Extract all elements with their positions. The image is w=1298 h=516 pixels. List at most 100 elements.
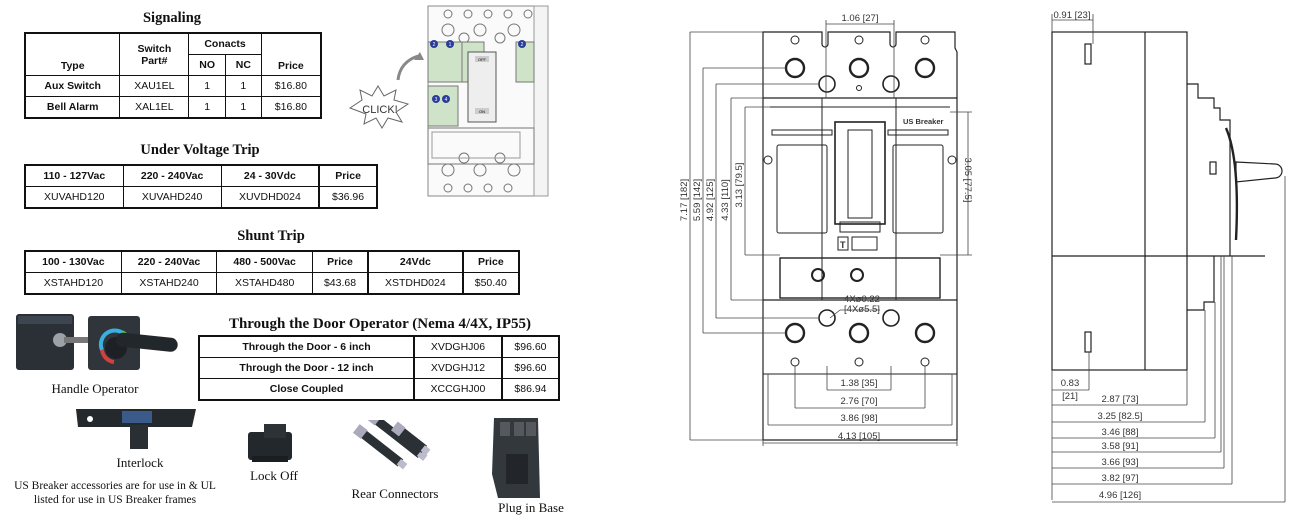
cell-price: $16.80 xyxy=(260,75,322,97)
badge-label: 2 xyxy=(433,42,436,48)
cell: XSTAHD120 xyxy=(24,272,122,295)
badge-label: 1 xyxy=(449,42,452,48)
header-no: NO xyxy=(188,54,226,76)
off-label: OFF xyxy=(478,57,487,62)
dim-hole: [4Xø5.5] xyxy=(844,304,880,315)
dim-left: 3.13 [79.5] xyxy=(734,163,745,208)
side-dim: 3.66 [93] xyxy=(1102,457,1139,468)
dim-bottom: 1.38 [35] xyxy=(841,378,878,389)
t-label: T xyxy=(840,240,846,250)
shunt-trip-title: Shunt Trip xyxy=(237,228,305,244)
dim-left: 5.59 [142] xyxy=(692,179,703,221)
header-cell: 480 - 500Vac xyxy=(216,250,313,273)
table-row: Through the Door - 6 inch XVDGHJ06 $96.6… xyxy=(198,335,560,358)
cell: XUVAHD120 xyxy=(24,186,124,209)
dim-left: 4.33 [110] xyxy=(720,179,731,221)
dim-bottom: 3.86 [98] xyxy=(841,413,878,424)
cell-price: $96.60 xyxy=(500,357,560,379)
cell: XUVAHD240 xyxy=(122,186,222,209)
table-row: XUVAHD120 XUVAHD240 XUVDHD024 $36.96 xyxy=(24,186,378,209)
under-voltage-title: Under Voltage Trip xyxy=(140,142,260,158)
cell: XSTDHD024 xyxy=(367,272,464,295)
header-contacts: Conacts xyxy=(188,32,262,55)
cell-price: $16.80 xyxy=(260,96,322,119)
dim-left: 7.17 [182] xyxy=(679,179,690,221)
shunt-trip-table: 100 - 130Vac 220 - 240Vac 480 - 500Vac P… xyxy=(24,250,520,295)
cell-description: Through the Door - 6 inch xyxy=(198,335,415,358)
cell: XUVDHD024 xyxy=(220,186,320,209)
cell-part: XAL1EL xyxy=(119,96,190,119)
side-dim: 2.87 [73] xyxy=(1102,394,1139,405)
cell-part: XVDGHJ12 xyxy=(413,357,503,379)
cell-nc: 1 xyxy=(224,96,262,119)
cell: $43.68 xyxy=(311,272,369,295)
badge-label: 4 xyxy=(445,97,448,103)
cell-type: Aux Switch xyxy=(24,75,121,97)
header-cell: 100 - 130Vac xyxy=(24,250,122,273)
dim-bottom: 2.76 [70] xyxy=(841,396,878,407)
header-price: Price xyxy=(260,32,322,76)
cell-no: 1 xyxy=(188,96,226,119)
on-label: ON xyxy=(479,109,485,114)
cell-description: Through the Door - 12 inch xyxy=(198,357,415,379)
plug-in-base-image xyxy=(492,418,540,498)
dim-left: 4.92 [125] xyxy=(705,179,716,221)
side-dim: 3.82 [97] xyxy=(1102,473,1139,484)
side-view-drawing: 0.91 [23] 0.83 [21] 2.87 [73] 3.25 [82.5… xyxy=(1051,10,1286,503)
note-line: listed for use in US Breaker frames xyxy=(33,494,197,506)
badge-label: 3 xyxy=(435,97,438,103)
cell-price: $86.94 xyxy=(500,378,560,401)
accessories-note: US Breaker accessories are for use in & … xyxy=(0,479,230,507)
side-dim: 3.46 [88] xyxy=(1102,427,1139,438)
header-nc: NC xyxy=(224,54,262,76)
note-line: US Breaker accessories are for use in & … xyxy=(14,480,216,492)
rear-connectors-image xyxy=(352,420,431,470)
header-cell: Price xyxy=(311,250,369,273)
side-dim: 3.58 [91] xyxy=(1102,441,1139,452)
table-row: Through the Door - 12 inch XVDGHJ12 $96.… xyxy=(198,357,560,379)
signaling-table: Type Switch Part# Conacts Price NO NC Au… xyxy=(24,32,322,119)
header-switch-part: Switch Part# xyxy=(119,32,190,76)
dim-bottom: 4.13 [105] xyxy=(838,431,880,442)
handle-operator-image xyxy=(16,314,178,370)
cell-nc: 1 xyxy=(224,75,262,97)
interlock-caption: Interlock xyxy=(116,455,164,470)
cell: $50.40 xyxy=(461,272,520,295)
badge-label: 2 xyxy=(521,42,524,48)
accessory-install-diagram: OFF ON 2 1 2 3 4 CLICK! xyxy=(348,5,549,197)
table-row: Close Coupled XCCGHJ00 $86.94 xyxy=(198,378,560,401)
side-dim-small: [21] xyxy=(1062,391,1078,402)
cell-price: $96.60 xyxy=(500,335,560,358)
handle-operator-caption: Handle Operator xyxy=(51,381,139,396)
side-dim-small: 0.83 xyxy=(1061,378,1080,389)
cell-part: XVDGHJ06 xyxy=(413,335,503,358)
header-cell: 24Vdc xyxy=(367,250,464,273)
side-dim: 4.96 [126] xyxy=(1099,490,1141,501)
interlock-image xyxy=(76,409,196,449)
cell-type: Bell Alarm xyxy=(24,96,121,119)
click-label: CLICK! xyxy=(362,104,397,116)
table-row: Bell Alarm XAL1EL 1 1 $16.80 xyxy=(24,96,322,119)
header-type: Type xyxy=(24,32,121,76)
side-dim: 3.25 [82.5] xyxy=(1098,411,1143,422)
header-cell: 220 - 240Vac xyxy=(122,164,222,187)
header-cell: Price xyxy=(461,250,520,273)
cell: XSTAHD240 xyxy=(120,272,218,295)
door-operator-table: Through the Door - 6 inch XVDGHJ06 $96.6… xyxy=(198,335,560,401)
cell: XSTAHD480 xyxy=(216,272,313,295)
side-dim-top: 0.91 [23] xyxy=(1054,10,1091,21)
cell-part: XAU1EL xyxy=(119,75,190,97)
cell-part: XCCGHJ00 xyxy=(413,378,503,401)
front-view-drawing: US Breaker T 1.06 [27] 7.17 [182] 5.59 [… xyxy=(679,13,973,446)
table-row: XSTAHD120 XSTAHD240 XSTAHD480 $43.68 XST… xyxy=(24,272,520,295)
brand-label: US Breaker xyxy=(903,117,944,126)
header-cell: 220 - 240Vac xyxy=(120,250,218,273)
plug-in-base-caption: Plug in Base xyxy=(498,500,564,515)
door-operator-title: Through the Door Operator (Nema 4/4X, IP… xyxy=(228,316,532,332)
signaling-title: Signaling xyxy=(142,10,202,26)
cell-description: Close Coupled xyxy=(198,378,415,401)
header-cell: 24 - 30Vdc xyxy=(220,164,320,187)
lock-off-image xyxy=(248,424,292,462)
under-voltage-table: 110 - 127Vac 220 - 240Vac 24 - 30Vdc Pri… xyxy=(24,164,378,209)
rear-connectors-caption: Rear Connectors xyxy=(351,486,439,501)
